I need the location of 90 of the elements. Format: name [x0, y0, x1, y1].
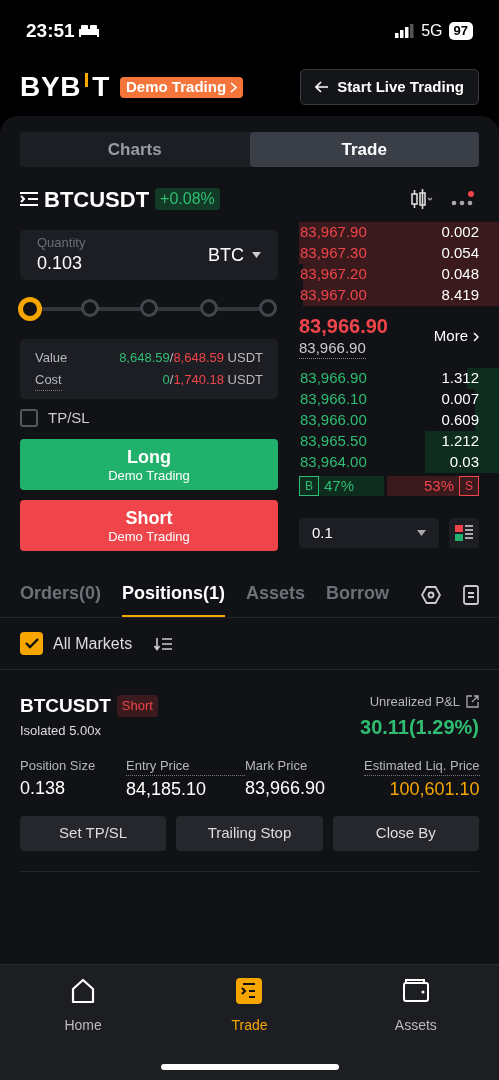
view-tab[interactable]: Trade: [249, 132, 479, 167]
view-tab[interactable]: Charts: [20, 132, 250, 167]
bid-size: 1.212: [441, 431, 479, 452]
trade-icon: [235, 977, 264, 1005]
pnl-label: Unrealized P&L: [369, 693, 460, 711]
bid-price[interactable]: 83,965.50: [300, 430, 367, 453]
share-icon[interactable]: [466, 695, 479, 709]
sell-percent: 53%: [423, 475, 454, 496]
bid-size: 1.312: [441, 368, 479, 389]
quantity-field[interactable]: Quantity 0.103 BTC: [20, 230, 278, 280]
wallet-icon: [401, 977, 430, 1005]
buy-percent: 47%: [324, 475, 355, 496]
caret-down-icon: [252, 252, 261, 258]
mark-price: 83,966.90: [299, 338, 366, 359]
value-label: Value: [35, 348, 68, 367]
bid-price[interactable]: 83,966.00: [300, 409, 367, 432]
nav-item[interactable]: Assets: [365, 977, 466, 1036]
cost-amount: 0/1,740.18 USDT: [162, 371, 263, 389]
position-tab[interactable]: Orders(0): [20, 572, 102, 617]
ask-size: 0.054: [441, 243, 479, 264]
arrow-left-icon: [315, 81, 330, 93]
quantity-label: Quantity: [37, 235, 86, 251]
position-action-button[interactable]: Close By: [332, 816, 479, 851]
tpsl-label: TP/SL: [48, 407, 90, 428]
precision-select[interactable]: 0.1: [299, 518, 439, 548]
nav-item[interactable]: Home: [33, 977, 134, 1036]
field-label: Estimated Liq. Price: [364, 755, 480, 776]
field-value: 83,966.90: [245, 777, 327, 800]
field-label: Mark Price: [245, 756, 309, 775]
candlestick-icon[interactable]: [411, 188, 433, 210]
field-value: 100,601.10: [389, 778, 480, 801]
document-icon[interactable]: [463, 584, 479, 605]
field-label: Entry Price: [126, 755, 245, 776]
side-badge: Short: [116, 695, 158, 718]
more-icon[interactable]: [451, 190, 475, 208]
ask-price[interactable]: 83,967.00: [300, 284, 367, 307]
position-tab[interactable]: Assets: [246, 572, 306, 617]
all-markets-checkbox[interactable]: [20, 632, 43, 655]
quantity-slider[interactable]: [21, 299, 277, 319]
pnl-value: 30.11(1.29%): [360, 714, 479, 740]
chevron-right-icon: [230, 81, 238, 93]
checkmark-icon: [24, 638, 39, 649]
bed-icon: [78, 25, 99, 37]
signal-icon: [395, 24, 416, 38]
position-action-button[interactable]: Set TP/SL: [20, 816, 167, 851]
bid-size: 0.007: [441, 389, 479, 410]
symbol-name[interactable]: BTCUSDT: [44, 182, 150, 216]
bybit-logo: BYB T: [20, 73, 111, 101]
position-tab[interactable]: Positions(1): [122, 572, 226, 617]
field-value: 0.138: [20, 777, 67, 800]
status-time: 23:51: [26, 18, 75, 43]
unit-label[interactable]: BTC: [208, 241, 244, 269]
settings-icon[interactable]: [421, 584, 441, 605]
bid-size: 0.03: [449, 452, 479, 473]
more-link[interactable]: More: [433, 325, 479, 348]
sell-tag: S: [459, 476, 479, 496]
ask-size: 0.002: [441, 222, 479, 243]
sort-icon[interactable]: [154, 636, 173, 651]
cost-label: Cost: [35, 370, 62, 391]
position-action-button[interactable]: Trailing Stop: [176, 816, 323, 851]
field-value: 84,185.10: [126, 778, 208, 801]
position-symbol: BTCUSDT: [20, 694, 111, 718]
network-label: 5G: [421, 21, 443, 41]
margin-mode: Isolated 5.00x: [20, 721, 102, 740]
caret-down-icon: [417, 530, 426, 536]
bid-price[interactable]: 83,966.90: [300, 367, 367, 390]
ask-price[interactable]: 83,967.30: [300, 242, 367, 265]
battery-indicator: 97: [448, 22, 473, 40]
chevron-right-icon: [473, 331, 479, 342]
buy-tag: B: [299, 476, 319, 496]
ask-size: 0.048: [441, 264, 479, 285]
field-label: Position Size: [20, 756, 97, 775]
value-amount: 8,648.59/8,648.59 USDT: [119, 348, 263, 367]
ask-price[interactable]: 83,967.20: [300, 263, 367, 286]
all-markets-label: All Markets: [53, 633, 133, 654]
layout-toggle-icon[interactable]: [449, 518, 479, 548]
quantity-value: 0.103: [37, 252, 84, 275]
bid-size: 0.609: [441, 410, 479, 431]
last-price: 83,966.90: [299, 314, 388, 338]
menu-icon[interactable]: [20, 191, 38, 207]
bid-price[interactable]: 83,966.10: [300, 388, 367, 411]
start-live-trading-button[interactable]: Start Live Trading: [300, 69, 479, 105]
short-button[interactable]: Short Demo Trading: [20, 500, 278, 551]
price-change-badge: +0.08%: [155, 188, 220, 210]
nav-item[interactable]: Trade: [199, 977, 300, 1036]
position-tab[interactable]: Borrow: [326, 572, 390, 617]
bid-price[interactable]: 83,964.00: [300, 451, 367, 474]
ask-size: 8.419: [441, 285, 479, 306]
tpsl-checkbox[interactable]: [20, 409, 38, 427]
ask-price[interactable]: 83,967.90: [300, 221, 367, 244]
